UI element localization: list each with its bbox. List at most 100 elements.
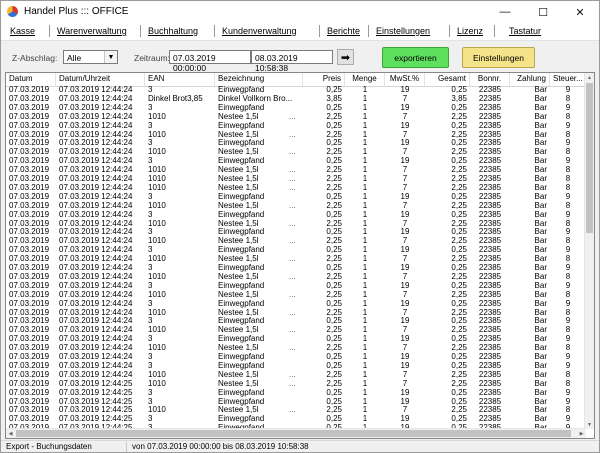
table-row[interactable]: 07.03.2019 07.03.2019 12:44:24 3 Einwegpfan… xyxy=(6,353,586,362)
menu-kasse[interactable]: Kasse xyxy=(10,26,35,36)
close-button[interactable]: ✕ xyxy=(561,1,599,23)
cell-ean: 1010 xyxy=(148,272,166,281)
vertical-scroll-thumb[interactable] xyxy=(586,83,593,233)
table-row[interactable]: 07.03.2019 07.03.2019 12:44:24 1010 Nestee … xyxy=(6,343,586,353)
menu-buchhaltung[interactable]: Buchhaltung xyxy=(148,26,198,36)
cell-steuer: 9 xyxy=(565,139,571,148)
column-header-ean[interactable]: EAN xyxy=(145,73,215,86)
table-row[interactable]: 07.03.2019 07.03.2019 12:44:24 3 Einwegpfan… xyxy=(6,300,586,309)
settings-button[interactable]: Einstellungen xyxy=(462,47,535,68)
table-row[interactable]: 07.03.2019 07.03.2019 12:44:24 3 Einwegpfan… xyxy=(6,228,586,237)
table-row[interactable]: 07.03.2019 07.03.2019 12:44:25 1010 Nestee … xyxy=(6,405,586,415)
cell-ean: 1010 xyxy=(148,148,166,157)
cell-bezeichnung: Einwegpfand xyxy=(218,86,265,94)
column-header-datum-uhrzeit[interactable]: Datum/Uhrzeit xyxy=(56,73,145,86)
cell-datum-uhrzeit: 07.03.2019 12:44:24 xyxy=(59,94,133,103)
cell-menge: 1 xyxy=(362,379,368,388)
table-row[interactable]: 07.03.2019 07.03.2019 12:44:24 3 Einwegpfan… xyxy=(6,282,586,291)
cell-steuer: 9 xyxy=(565,397,571,406)
column-header-menge[interactable]: Menge xyxy=(345,73,385,86)
column-header-gesamt[interactable]: Gesamt xyxy=(425,73,470,86)
table-row[interactable]: 07.03.2019 07.03.2019 12:44:24 3 Einwegpfan… xyxy=(6,246,586,255)
cell-mwst: 19 xyxy=(400,139,410,148)
table-row[interactable]: 07.03.2019 07.03.2019 12:44:24 1010 Nestee … xyxy=(6,290,586,300)
horizontal-scroll-thumb[interactable] xyxy=(16,430,571,437)
table-row[interactable]: 07.03.2019 07.03.2019 12:44:24 1010 Nestee … xyxy=(6,325,586,335)
column-header-preis[interactable]: Preis xyxy=(303,73,345,86)
column-header-datum[interactable]: Datum xyxy=(6,73,56,86)
scroll-down-icon[interactable]: ▼ xyxy=(585,420,594,429)
table-row[interactable]: 07.03.2019 07.03.2019 12:44:25 1010 Nestee … xyxy=(6,379,586,389)
table-row[interactable]: 07.03.2019 07.03.2019 12:44:24 3 Einwegpfan… xyxy=(6,157,586,166)
scroll-left-icon[interactable]: ◀ xyxy=(6,429,15,438)
table-row[interactable]: 07.03.201907.03.2019 12:44:253Einwegpfan… xyxy=(6,389,586,398)
table-row[interactable]: 07.03.2019 07.03.2019 12:44:24 1010 Nestee … xyxy=(6,272,586,282)
table-row[interactable]: 07.03.2019 07.03.2019 12:44:24 Dinkel Brot… xyxy=(6,95,586,104)
table-row[interactable]: 07.03.2019 07.03.2019 12:44:24 3 Einwegpfan… xyxy=(6,264,586,273)
table-row[interactable]: 07.03.201907.03.2019 12:44:253Einwegpfan… xyxy=(6,398,586,407)
table-row[interactable]: 07.03.2019 07.03.2019 12:44:24 1010 Nestee … xyxy=(6,254,586,264)
column-header-steuer[interactable]: Steuer... xyxy=(550,73,586,86)
table-row[interactable]: 07.03.2019 07.03.2019 12:44:24 1010 Nestee … xyxy=(6,165,586,175)
cell-datum-uhrzeit: 07.03.2019 12:44:24 xyxy=(59,255,133,264)
table-row[interactable]: 07.03.2019 07.03.2019 12:44:24 1010 Nestee … xyxy=(6,130,586,140)
table-row[interactable]: 07.03.2019 07.03.2019 12:44:24 3 Einwegpfan… xyxy=(6,122,586,131)
table-row[interactable]: 07.03.2019 07.03.2019 12:44:24 3 Einwegpfan… xyxy=(6,335,586,344)
menu-tastatur[interactable]: Tastatur xyxy=(509,26,541,36)
cell-menge: 1 xyxy=(362,86,368,94)
table-row[interactable]: 07.03.2019 07.03.2019 12:44:24 1010 Nestee … xyxy=(6,201,586,211)
table-row[interactable]: 07.03.2019 07.03.2019 12:44:24 3 Einwegpfan… xyxy=(6,211,586,220)
table-row[interactable]: 07.03.2019 07.03.2019 12:44:24 1010 Nestee … xyxy=(6,183,586,193)
export-button[interactable]: exportieren xyxy=(382,47,449,68)
table-row[interactable]: 07.03.2019 07.03.2019 12:44:24 3 Einwegpfan… xyxy=(6,139,586,148)
menu-berichte[interactable]: Berichte xyxy=(327,26,360,36)
menu-lizenz[interactable]: Lizenz xyxy=(457,26,483,36)
table-row[interactable]: 07.03.2019 07.03.2019 12:44:24 3 Einwegpfan… xyxy=(6,86,586,95)
table-row[interactable]: 07.03.201907.03.2019 12:44:253Einwegpfan… xyxy=(6,415,586,424)
cell-ean: Dinkel Brot3,85 xyxy=(148,94,203,103)
column-header-bezeichnung[interactable]: Bezeichnung xyxy=(215,73,303,86)
cell-gesamt: 0,25 xyxy=(451,299,467,308)
cell-mwst: 7 xyxy=(402,148,408,157)
maximize-button[interactable]: ☐ xyxy=(524,1,562,23)
zabschlag-select[interactable]: Alle ▼ xyxy=(63,50,118,64)
cell-zahlung: Bar xyxy=(534,308,547,317)
cell-bezeichnung: Einwegpfand xyxy=(218,353,265,361)
apply-range-button[interactable]: ➡ xyxy=(337,49,354,65)
table-row[interactable]: 07.03.2019 07.03.2019 12:44:24 1010 Nestee … xyxy=(6,370,586,380)
menu-kundenverwaltung[interactable]: Kundenverwaltung xyxy=(222,26,297,36)
booking-table[interactable]: Datum Datum/Uhrzeit EAN Bezeichnung Preis Men… xyxy=(5,72,595,439)
minimize-button[interactable]: — xyxy=(486,1,524,23)
menu-separator xyxy=(214,25,215,37)
table-row[interactable]: 07.03.2019 07.03.2019 12:44:24 3 Einwegpfan… xyxy=(6,317,586,326)
cell-gesamt: 0,25 xyxy=(451,388,467,397)
arrow-right-icon: ➡ xyxy=(340,51,351,64)
table-row[interactable]: 07.03.2019 07.03.2019 12:44:24 1010 Nestee … xyxy=(6,308,586,318)
table-row[interactable]: 07.03.2019 07.03.2019 12:44:24 3 Einwegpfan… xyxy=(6,362,586,371)
table-row[interactable]: 07.03.2019 07.03.2019 12:44:24 1010 Nestee … xyxy=(6,174,586,184)
menu-warenverwaltung[interactable]: Warenverwaltung xyxy=(57,26,127,36)
more-icon: ... xyxy=(289,147,296,157)
column-header-mwst[interactable]: MwSt.% xyxy=(385,73,425,86)
vertical-scrollbar[interactable]: ▲ ▼ xyxy=(584,73,594,429)
cell-gesamt: 0,25 xyxy=(451,361,467,370)
cell-preis: 0,25 xyxy=(326,317,342,326)
menu-einstellungen[interactable]: Einstellungen xyxy=(376,26,430,36)
table-row[interactable]: 07.03.2019 07.03.2019 12:44:24 3 Einwegpfan… xyxy=(6,193,586,202)
cell-datum-uhrzeit: 07.03.2019 12:44:24 xyxy=(59,157,133,166)
scroll-up-icon[interactable]: ▲ xyxy=(585,73,594,82)
table-row[interactable]: 07.03.2019 07.03.2019 12:44:24 1010 Nestee … xyxy=(6,147,586,157)
column-header-zahlung[interactable]: Zahlung xyxy=(510,73,550,86)
date-to-field[interactable]: 08.03.2019 10:58:38 xyxy=(251,50,333,73)
table-row[interactable]: 07.03.2019 07.03.2019 12:44:24 1010 Nestee … xyxy=(6,236,586,246)
cell-steuer: 9 xyxy=(565,353,571,361)
table-row[interactable]: 07.03.2019 07.03.2019 12:44:24 1010 Nestee … xyxy=(6,219,586,229)
column-header-bonnr[interactable]: Bonnr. xyxy=(470,73,510,86)
date-from-field[interactable]: 07.03.2019 00:00:00 xyxy=(169,50,251,73)
table-row[interactable]: 07.03.2019 07.03.2019 12:44:24 3 Einwegpfan… xyxy=(6,104,586,113)
cell-datum-uhrzeit: 07.03.2019 12:44:24 xyxy=(59,264,133,272)
cell-mwst: 7 xyxy=(402,112,408,121)
scroll-right-icon[interactable]: ▶ xyxy=(577,429,586,438)
horizontal-scrollbar[interactable]: ◀ ▶ xyxy=(6,428,586,438)
table-row[interactable]: 07.03.2019 07.03.2019 12:44:24 1010 Nestee … xyxy=(6,112,586,122)
